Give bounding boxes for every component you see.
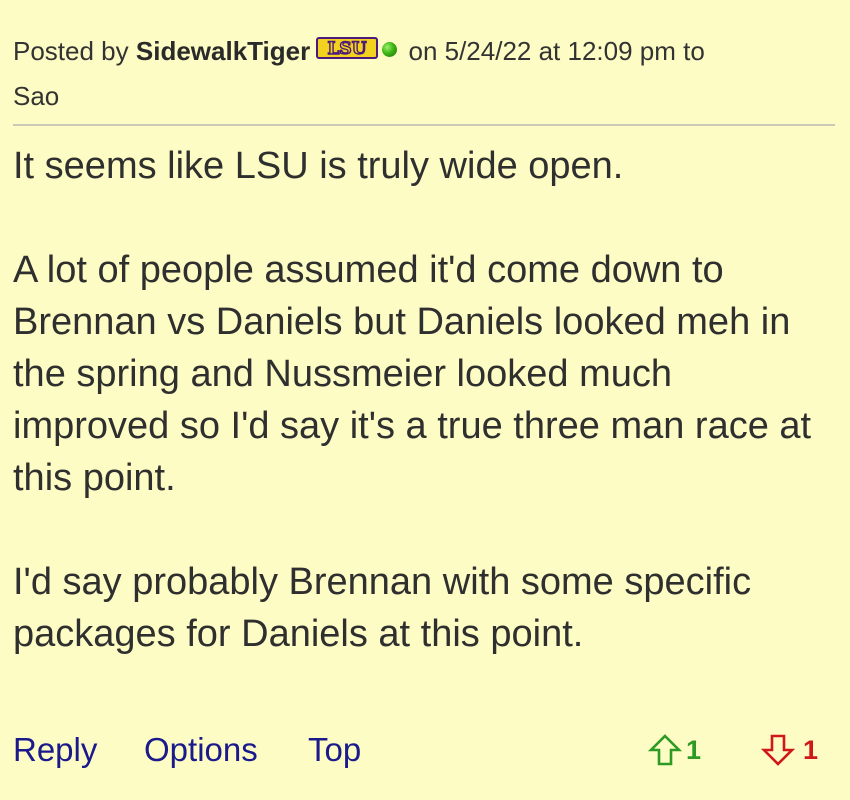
downvote-count: 1 [803,735,819,765]
post-body: It seems like LSU is truly wide open. A … [13,140,833,660]
header-divider [13,124,835,126]
reply-button[interactable]: Reply [13,728,97,772]
reply-to-user[interactable]: Sao [13,81,59,111]
arrow-down-outline-icon [761,734,795,766]
lsu-logo-icon: LSU [316,36,379,59]
arrow-up-outline-icon [648,734,682,766]
online-status-icon [382,41,398,57]
top-button[interactable]: Top [308,728,361,772]
post-actions: Reply Options Top 1 1 [13,728,833,778]
post-paragraph: I'd say probably Brennan with some speci… [13,561,752,655]
post-header: Posted by SidewalkTiger LSU on 5/24/22 a… [13,30,813,118]
team-badge-icon: LSU [316,29,379,72]
post-paragraph: It seems like LSU is truly wide open. [13,145,624,187]
options-button[interactable]: Options [144,728,258,772]
username-link[interactable]: SidewalkTiger [136,36,310,66]
team-badge-text: LSU [328,39,367,59]
upvote-count: 1 [686,735,702,765]
downvote-button[interactable]: 1 [761,730,818,770]
post-paragraph: A lot of people assumed it'd come down t… [13,249,812,499]
post-date: on 5/24/22 at 12:09 pm to [408,36,705,66]
posted-by-label: Posted by [13,36,129,66]
upvote-button[interactable]: 1 [648,730,701,770]
